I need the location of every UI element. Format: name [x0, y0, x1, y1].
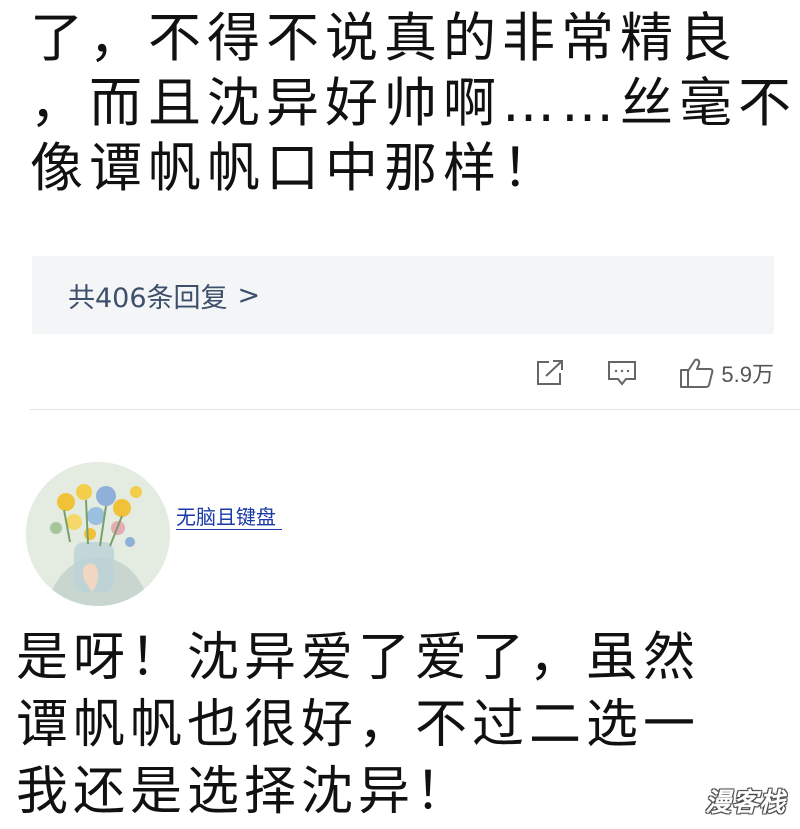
thumbs-up-icon — [679, 357, 715, 389]
post-body: 了，不得不说真的非常精良 ，而且沈异好帅啊……丝毫不 像谭帆帆口中那样！ — [30, 6, 797, 201]
action-bar: 5.9万 — [493, 350, 774, 396]
watermark-logo: 漫客栈 — [704, 788, 786, 818]
comment-body: 是呀！沈异爱了爱了，虽然 谭帆帆也很好，不过二选一 我还是选择沈异！ — [16, 625, 796, 826]
post-line: ，而且沈异好帅啊……丝毫不 — [30, 73, 797, 134]
comment-button[interactable] — [607, 359, 637, 387]
share-button[interactable] — [535, 359, 565, 387]
avatar[interactable] — [26, 462, 170, 606]
comment-icon — [607, 359, 637, 387]
like-button[interactable]: 5.9万 — [679, 357, 774, 389]
comment-line: 是呀！沈异爱了爱了，虽然 — [16, 628, 701, 688]
share-icon — [535, 359, 565, 387]
divider — [30, 409, 800, 410]
comment-line: 谭帆帆也很好，不过二选一 — [16, 695, 701, 755]
comment-line: 我还是选择沈异！ — [16, 762, 473, 822]
post-line: 像谭帆帆口中那样！ — [30, 138, 561, 199]
view-replies-button[interactable]: 共406条回复 > — [32, 256, 774, 334]
chevron-right-icon: > — [237, 279, 261, 311]
post-line: 了，不得不说真的非常精良 — [30, 8, 738, 69]
like-count: 5.9万 — [721, 362, 774, 387]
username-link[interactable]: 无脑且键盘 — [176, 505, 282, 530]
replies-label: 共406条回复 — [68, 282, 228, 314]
